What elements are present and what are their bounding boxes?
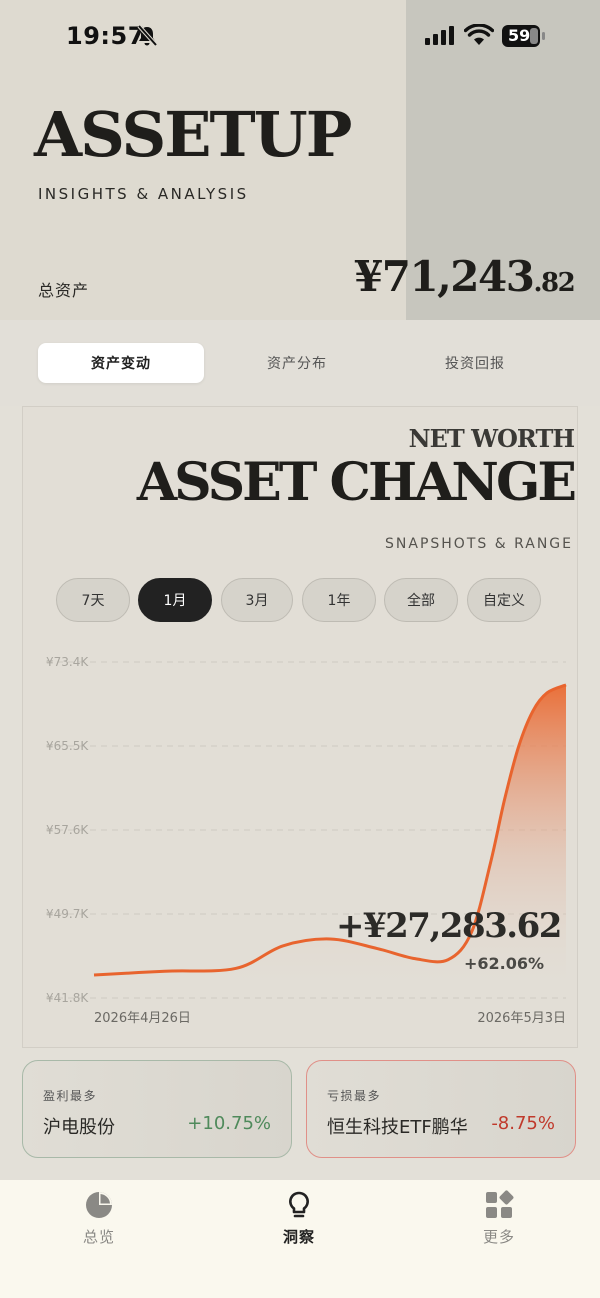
nav-insights-label: 洞察 [282,1228,315,1246]
battery-percent: 59 [508,26,531,45]
top-gainer-name: 沪电股份 [43,1117,115,1138]
pie-chart-icon [86,1192,112,1218]
chart-y-tick: ¥57.6K [46,823,89,837]
app-title: ASSETUP [34,98,352,171]
change-percent: +62.06% [464,954,545,973]
chart-x-start-label: 2026年4月26日 [94,1011,191,1026]
grid-icon [486,1190,514,1218]
lightbulb-icon [289,1191,309,1218]
chart-y-tick: ¥49.7K [46,907,89,921]
range-1m-button[interactable]: 1月 [138,578,212,622]
chart-x-end-label: 2026年5月3日 [477,1011,566,1026]
app-tagline: INSIGHTS & ANALYSIS [38,185,249,203]
chart-y-tick: ¥65.5K [46,739,89,753]
range-1y-button[interactable]: 1年 [302,578,376,622]
silent-bell-icon [137,24,158,47]
total-assets-value: ¥71,243.82 [354,252,576,301]
asset-change-chart: ¥73.4K ¥65.5K ¥57.6K ¥49.7K ¥41.8K 2026年4月26… [46,655,567,1026]
tab-asset-distribution[interactable]: 资产分布 [214,343,380,383]
nav-overview-label: 总览 [82,1228,115,1246]
change-amount: +¥27,283.62 [336,906,562,946]
card-kicker: NET WORTH [408,424,575,453]
tab-investment-return[interactable]: 投资回报 [392,343,558,383]
card-subheading: SNAPSHOTS & RANGE [385,536,573,552]
battery-indicator: 59 [502,24,546,48]
top-loser-card[interactable]: 亏损最多 恒生科技ETF鹏华 -8.75% [306,1060,576,1158]
range-7d-button[interactable]: 7天 [56,578,130,622]
top-gainer-label: 盈利最多 [43,1089,98,1103]
cellular-signal-icon [425,26,454,45]
chart-y-tick: ¥41.8K [46,991,89,1005]
top-gainer-card[interactable]: 盈利最多 沪电股份 +10.75% [22,1060,292,1158]
top-loser-label: 亏损最多 [327,1089,382,1103]
tab-asset-change[interactable]: 资产变动 [38,343,204,383]
range-all-button[interactable]: 全部 [384,578,458,622]
nav-insights[interactable]: 洞察 [239,1190,359,1247]
nav-overview[interactable]: 总览 [39,1190,159,1247]
total-assets-integer: ¥71,243 [354,252,535,301]
top-loser-value: -8.75% [491,1113,555,1134]
range-custom-button[interactable]: 自定义 [467,578,541,622]
wifi-icon [464,24,494,45]
status-time: 19:57 [66,22,145,50]
range-3m-button[interactable]: 3月 [221,578,293,622]
total-assets-decimal: .82 [533,268,575,298]
top-loser-name: 恒生科技ETF鹏华 [327,1117,468,1138]
card-heading: ASSET CHANGE [136,452,577,513]
chart-y-tick: ¥73.4K [46,655,89,669]
nav-more[interactable]: 更多 [439,1190,559,1247]
total-assets-label: 总资产 [38,281,90,300]
nav-more-label: 更多 [482,1228,515,1246]
top-gainer-value: +10.75% [187,1113,271,1134]
